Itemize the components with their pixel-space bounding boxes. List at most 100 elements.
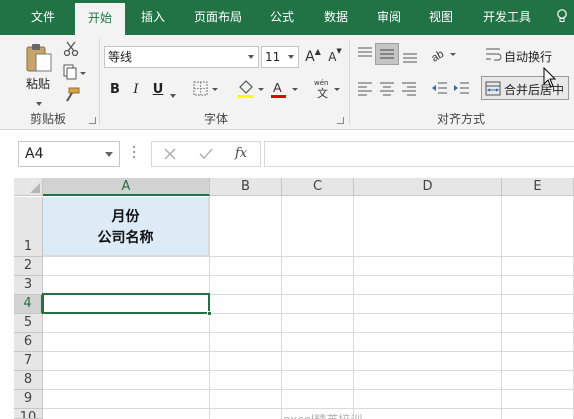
gridline bbox=[281, 196, 282, 419]
font-color-icon[interactable]: A bbox=[270, 79, 300, 99]
align-center-icon[interactable] bbox=[378, 80, 396, 96]
cell-a1[interactable]: 月份 公司名称 bbox=[43, 197, 209, 256]
column-header-c[interactable]: C bbox=[282, 178, 354, 196]
gridline bbox=[43, 351, 574, 352]
gridline bbox=[43, 275, 574, 276]
tab-data[interactable]: 数据 bbox=[316, 0, 356, 35]
chevron-down-icon bbox=[248, 55, 254, 59]
borders-icon[interactable] bbox=[193, 81, 219, 97]
svg-text:文: 文 bbox=[317, 86, 328, 99]
font-name-combo[interactable]: 等线 bbox=[104, 46, 259, 68]
insert-function-button[interactable]: fx bbox=[235, 146, 247, 161]
formula-controls: fx bbox=[151, 141, 261, 167]
cut-icon[interactable] bbox=[63, 41, 79, 57]
font-size-combo[interactable]: 11 bbox=[261, 46, 299, 68]
row-header-8[interactable]: 8 bbox=[14, 371, 43, 390]
fill-color-icon[interactable] bbox=[236, 79, 266, 99]
phonetic-guide-icon[interactable]: wén 文 bbox=[312, 77, 342, 99]
gridline bbox=[43, 408, 574, 409]
enter-check-icon[interactable] bbox=[199, 148, 213, 160]
top-align-icon[interactable] bbox=[356, 46, 374, 62]
decrease-indent-icon[interactable] bbox=[430, 80, 448, 96]
tab-review[interactable]: 审阅 bbox=[369, 0, 409, 35]
row-header-2[interactable]: 2 bbox=[14, 257, 43, 276]
row-header-10[interactable]: 10 bbox=[14, 409, 43, 419]
gridline bbox=[501, 196, 502, 419]
tab-home[interactable]: 开始 bbox=[75, 3, 125, 35]
group-divider bbox=[349, 39, 350, 125]
paste-dropdown-arrow[interactable] bbox=[36, 95, 42, 109]
font-dialog-launcher[interactable] bbox=[337, 117, 344, 124]
row-header-5[interactable]: 5 bbox=[14, 314, 43, 333]
svg-text:ab: ab bbox=[430, 48, 446, 63]
align-right-icon[interactable] bbox=[400, 80, 418, 96]
copy-icon[interactable] bbox=[63, 64, 87, 80]
row-header-4[interactable]: 4 bbox=[14, 295, 43, 314]
formula-bar: A4 fx bbox=[0, 130, 574, 178]
row-header-3[interactable]: 3 bbox=[14, 276, 43, 295]
chevron-down-icon bbox=[105, 152, 113, 157]
column-header-d[interactable]: D bbox=[354, 178, 502, 196]
mouse-cursor-icon bbox=[543, 67, 557, 88]
left-gutter bbox=[0, 178, 14, 419]
increase-indent-icon[interactable] bbox=[452, 80, 470, 96]
middle-align-button[interactable] bbox=[375, 43, 399, 65]
bottom-align-icon[interactable] bbox=[401, 46, 419, 64]
tab-file[interactable]: 文件 bbox=[22, 0, 64, 35]
selected-cell-a4[interactable] bbox=[42, 293, 210, 314]
clipboard-group-label: 剪贴板 bbox=[30, 112, 67, 126]
column-header-a[interactable]: A bbox=[43, 178, 210, 196]
decrease-font-size-icon[interactable]: A ▼ bbox=[327, 47, 343, 67]
tab-view[interactable]: 视图 bbox=[421, 0, 461, 35]
underline-button[interactable]: U bbox=[150, 79, 166, 99]
cell-a1-line1: 月份 bbox=[111, 209, 140, 225]
tab-formulas[interactable]: 公式 bbox=[262, 0, 302, 35]
gridline bbox=[43, 332, 574, 333]
increase-font-size-icon[interactable]: A ▲ bbox=[305, 47, 321, 67]
align-left-icon[interactable] bbox=[356, 80, 374, 96]
gridline bbox=[353, 196, 354, 419]
gridline bbox=[43, 389, 574, 390]
paste-label[interactable]: 粘贴 bbox=[26, 75, 50, 92]
lightbulb-icon[interactable] bbox=[556, 9, 568, 23]
name-box[interactable]: A4 bbox=[18, 141, 120, 167]
middle-align-icon bbox=[380, 49, 394, 59]
orientation-icon[interactable]: ab bbox=[430, 45, 458, 63]
column-header-e[interactable]: E bbox=[502, 178, 574, 196]
paste-icon[interactable] bbox=[22, 41, 56, 75]
font-size-value: 11 bbox=[265, 50, 281, 64]
tab-page-layout[interactable]: 页面布局 bbox=[186, 0, 250, 35]
italic-button[interactable]: I bbox=[128, 79, 144, 99]
select-all-button[interactable] bbox=[14, 178, 43, 196]
svg-text:wén: wén bbox=[314, 79, 328, 87]
merge-center-icon bbox=[485, 81, 501, 96]
ribbon: 粘贴 剪贴板 等线 11 A ▲ A ▼ B I U A wén 文 字体 ab… bbox=[0, 35, 574, 130]
row-header-9[interactable]: 9 bbox=[14, 390, 43, 409]
row-header-1[interactable]: 1 bbox=[14, 197, 43, 257]
svg-text:A: A bbox=[273, 80, 282, 95]
row-header-6[interactable]: 6 bbox=[14, 333, 43, 352]
bold-button[interactable]: B bbox=[106, 79, 124, 99]
font-name-value: 等线 bbox=[108, 50, 133, 64]
wrap-text-button[interactable]: 自动换行 bbox=[504, 48, 552, 65]
group-divider bbox=[99, 39, 100, 125]
watermark-text: excel精英培训 bbox=[283, 411, 362, 419]
formula-bar-grip[interactable] bbox=[133, 146, 136, 162]
name-box-value: A4 bbox=[25, 146, 44, 162]
cell-a1-line2: 公司名称 bbox=[97, 230, 154, 246]
fill-handle[interactable] bbox=[207, 311, 212, 316]
wrap-text-icon[interactable] bbox=[485, 46, 503, 62]
gridline bbox=[43, 370, 574, 371]
chevron-down-icon bbox=[288, 55, 294, 59]
column-header-b[interactable]: B bbox=[210, 178, 282, 196]
row-header-7[interactable]: 7 bbox=[14, 352, 43, 371]
clipboard-dialog-launcher[interactable] bbox=[89, 117, 96, 124]
cancel-icon[interactable] bbox=[164, 148, 176, 160]
tab-insert[interactable]: 插入 bbox=[133, 0, 173, 35]
font-group-label: 字体 bbox=[204, 112, 229, 126]
formula-input[interactable] bbox=[264, 141, 574, 167]
gridline bbox=[43, 256, 574, 257]
format-painter-icon[interactable] bbox=[63, 87, 81, 103]
underline-dropdown-arrow[interactable] bbox=[170, 87, 176, 101]
tab-developer[interactable]: 开发工具 bbox=[475, 0, 539, 35]
